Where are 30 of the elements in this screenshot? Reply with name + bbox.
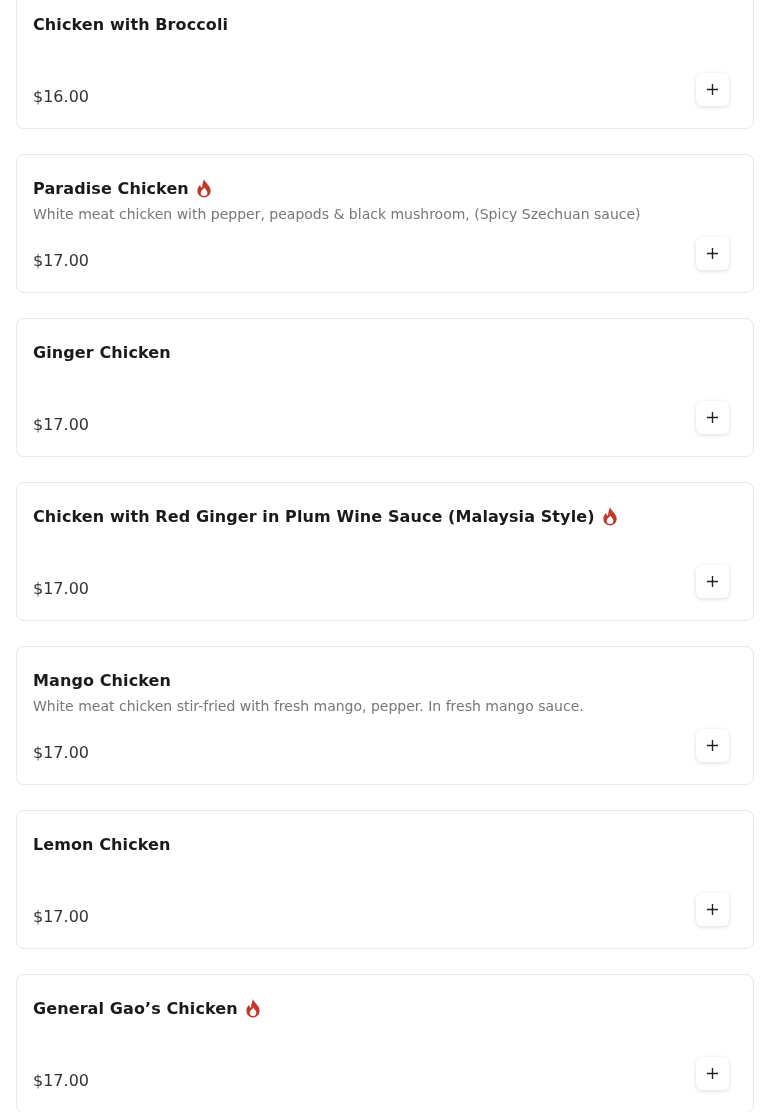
item-name: Chicken with Broccoli — [33, 15, 229, 34]
item-price: $17.00 — [33, 907, 89, 926]
item-name: General Gao’s Chicken — [33, 999, 238, 1018]
item-name: Paradise Chicken — [33, 179, 189, 198]
add-button[interactable] — [696, 729, 729, 762]
item-description: White meat chicken with pepper, peapods & black mushroom, (Spicy Szechuan sauce) — [33, 206, 642, 222]
item-price: $17.00 — [33, 743, 89, 762]
item-name: Ginger Chicken — [33, 343, 171, 362]
item-description: White meat chicken stir-fried with fresh mango, pepper. In fresh mango sauce. — [33, 698, 585, 714]
item-price: $17.00 — [33, 579, 89, 598]
add-button[interactable] — [696, 893, 729, 926]
plus-icon — [707, 248, 718, 259]
add-button[interactable] — [696, 237, 729, 270]
plus-icon — [707, 904, 718, 915]
item-price: $16.00 — [33, 87, 89, 106]
item-name: Chicken with Red Ginger in Plum Wine Sauce (Malaysia Style) — [33, 507, 595, 526]
add-button[interactable] — [696, 565, 729, 598]
item-name: Lemon Chicken — [33, 835, 171, 854]
add-button[interactable] — [696, 1057, 729, 1090]
item-price: $17.00 — [33, 415, 89, 434]
add-button[interactable] — [696, 401, 729, 434]
item-price: $17.00 — [33, 251, 89, 270]
add-button[interactable] — [696, 73, 729, 106]
plus-icon — [707, 412, 718, 423]
plus-icon — [707, 576, 718, 587]
item-name: Mango Chicken — [33, 671, 171, 690]
plus-icon — [707, 740, 718, 751]
plus-icon — [707, 84, 718, 95]
plus-icon — [707, 1068, 718, 1079]
item-price: $17.00 — [33, 1071, 89, 1090]
